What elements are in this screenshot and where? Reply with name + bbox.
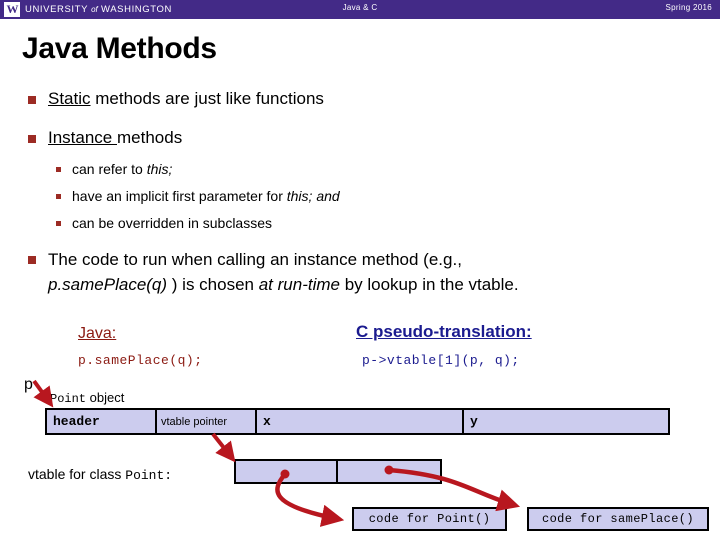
bullet-text: Instance methods	[48, 127, 182, 150]
sub-bullet-text: have an implicit first parameter for thi…	[72, 187, 340, 205]
java-heading: Java:	[78, 325, 117, 342]
c-pseudo-translation-heading: C pseudo-translation:	[356, 322, 532, 341]
bullet-keyword: Instance	[48, 128, 117, 147]
dispatch-tail: by lookup in the vtable.	[339, 274, 519, 294]
point-object-label-word: object	[89, 390, 125, 405]
vtable-row-label: vtable for class Point:	[28, 466, 172, 483]
sub-bullet-item: can be overridden in subclasses	[56, 214, 272, 232]
sub-bullet-italic: this;	[146, 161, 173, 177]
small-square-bullet-icon	[56, 194, 61, 199]
small-square-bullet-icon	[56, 167, 61, 172]
small-square-bullet-icon	[56, 221, 61, 226]
java-code-snippet: p.samePlace(q);	[78, 353, 203, 368]
bullet-item-instance: Instance methods	[28, 127, 182, 150]
vtable-slot-0	[236, 461, 339, 482]
vtable-label-class: Point	[125, 468, 165, 483]
bullet-item-static: Static methods are just like functions	[28, 88, 324, 111]
bullet-keyword: Static	[48, 89, 91, 108]
square-bullet-icon	[28, 256, 36, 264]
bullet-text: Static methods are just like functions	[48, 88, 324, 111]
header-center-title: Java & C	[342, 3, 378, 12]
dispatch-line-1: The code to run when calling an instance…	[48, 250, 462, 269]
sub-bullet-plain: can be overridden in subclasses	[72, 215, 273, 231]
arrow-vtable-pointer-to-vtable	[211, 432, 236, 463]
point-object-memory-row: header vtable pointer x y	[45, 408, 670, 435]
sub-bullet-text: can be overridden in subclasses	[72, 214, 272, 232]
vtable-label-colon: :	[164, 468, 173, 483]
vtable-slot-1	[338, 461, 440, 482]
vtable-label-plain: vtable for class	[28, 466, 126, 482]
point-object-label: Point object	[50, 390, 124, 406]
dispatch-call-expr: p.samePlace(q)	[48, 274, 168, 294]
pointer-variable-label: p	[24, 376, 33, 393]
sub-bullet-item: can refer to this;	[56, 160, 172, 178]
code-box-point-constructor: code for Point()	[352, 507, 507, 531]
code-box-sameplace-method: code for samePlace()	[527, 507, 709, 531]
bullet-rest: methods are just like functions	[90, 89, 324, 108]
sub-bullet-item: have an implicit first parameter for thi…	[56, 187, 340, 205]
dispatch-runtime-phrase: at run-time	[258, 274, 340, 294]
arrow-p-to-object	[32, 379, 54, 408]
header-bar: W UNIVERSITY of WASHINGTON Java & C Spri…	[0, 0, 720, 19]
square-bullet-icon	[28, 96, 36, 104]
dispatch-mid: ) is chosen	[167, 274, 259, 294]
header-term-label: Spring 2016	[665, 3, 712, 12]
object-field-header: header	[47, 410, 157, 433]
page-title: Java Methods	[22, 32, 217, 65]
sub-bullet-plain: have an implicit first parameter for	[72, 188, 287, 204]
bullet-rest: methods	[117, 128, 183, 147]
sub-bullet-plain: can refer to	[72, 161, 147, 177]
object-field-x: x	[257, 410, 464, 433]
sub-bullet-text: can refer to this;	[72, 160, 172, 178]
point-object-label-class: Point	[50, 392, 87, 406]
bullet-text: The code to run when calling an instance…	[48, 248, 519, 297]
vtable-memory-row	[234, 459, 442, 484]
bullet-item-dispatch: The code to run when calling an instance…	[28, 248, 688, 297]
object-field-vtable-pointer: vtable pointer	[157, 410, 257, 433]
object-field-y: y	[470, 414, 478, 429]
sub-bullet-italic: this; and	[286, 188, 340, 204]
c-code-snippet: p->vtable[1](p, q);	[362, 353, 520, 368]
square-bullet-icon	[28, 135, 36, 143]
